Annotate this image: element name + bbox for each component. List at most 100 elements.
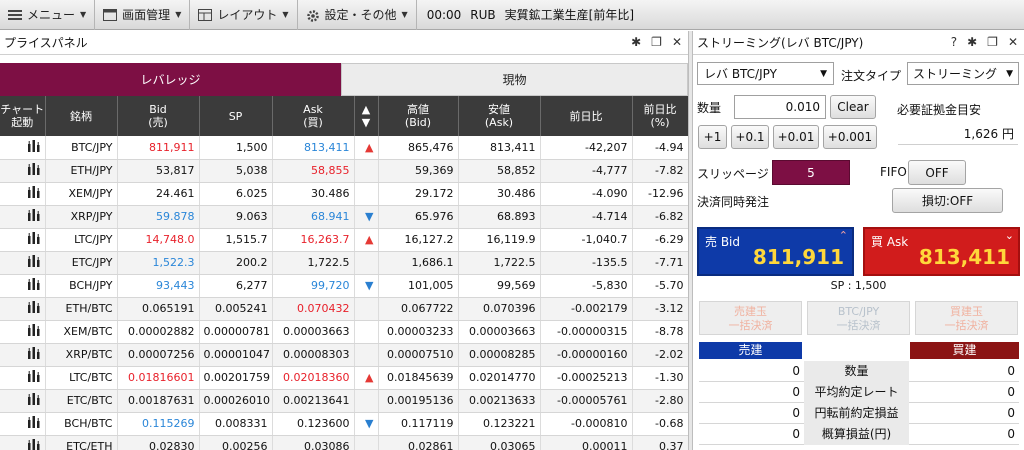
bid-cell: 59.878	[117, 205, 200, 229]
ask-cell: 0.03086	[272, 435, 355, 450]
order-type-select[interactable]: ストリーミング ▼	[907, 62, 1019, 85]
order-type-label: 注文タイプ	[841, 69, 902, 83]
chart-launch-button[interactable]	[0, 435, 46, 450]
chart-launch-button[interactable]	[0, 274, 46, 298]
chart-launch-button[interactable]	[0, 366, 46, 390]
slippage-input[interactable]: 5	[772, 160, 850, 185]
buy-ask-button[interactable]: 買 Ask ⌄ 813,411	[863, 227, 1020, 276]
ticker-text: 実質鉱工業生産[前年比]	[504, 8, 635, 22]
chart-launch-button[interactable]	[0, 412, 46, 436]
col-sp[interactable]: SP	[199, 96, 273, 136]
col-bid[interactable]: Bid (売)	[117, 96, 200, 136]
menu-main[interactable]: メニュー ▼	[0, 0, 96, 30]
symbol-cell: XEM/JPY	[45, 182, 118, 206]
arrow-up-icon: ▲	[365, 140, 374, 154]
symbol-cell: XEM/BTC	[45, 320, 118, 344]
bid-cell: 93,443	[117, 274, 200, 298]
sp-cell: 0.00001047	[199, 343, 273, 367]
table-row[interactable]: LTC/JPY 14,748.0 1,515.7 16,263.7 ▲ 16,127.2 1…	[0, 228, 689, 252]
chart-launch-button[interactable]	[0, 389, 46, 413]
col-change-pct[interactable]: 前日比 (%)	[632, 96, 689, 136]
table-row[interactable]: BCH/BTC 0.115269 0.008331 0.123600 ▼ 0.117119…	[0, 412, 689, 436]
close-icon[interactable]: ✕	[1008, 35, 1018, 49]
high-cell: 1,686.1	[378, 251, 459, 275]
sell-bid-button[interactable]: 売 Bid ⌃ 811,911	[697, 227, 854, 276]
symbol-cell: XRP/BTC	[45, 343, 118, 367]
close-icon[interactable]: ✕	[672, 35, 682, 49]
chart-launch-button[interactable]	[0, 205, 46, 229]
table-row[interactable]: ETC/ETH 0.02830 0.00256 0.03086 0.02861 0.030…	[0, 435, 689, 450]
chart-icon	[27, 255, 39, 267]
menu-layout[interactable]: レイアウト ▼	[190, 0, 298, 30]
table-row[interactable]: BCH/JPY 93,443 6,277 99,720 ▼ 101,005 99,569 -5…	[0, 274, 689, 298]
stoploss-toggle[interactable]: 損切:OFF	[892, 188, 1003, 213]
col-symbol[interactable]: 銘柄	[45, 96, 118, 136]
clear-button[interactable]: Clear	[830, 95, 876, 119]
price-tabs: レバレッジ 現物	[0, 63, 688, 96]
col-chart: チャート 起動	[0, 96, 46, 136]
step-plus-0001-button[interactable]: +0.001	[823, 125, 877, 149]
bulk-sell-line2: 一括決済	[728, 319, 773, 332]
position-label: 円転前約定損益	[804, 402, 909, 424]
bulk-settle-pair-button[interactable]: BTC/JPY 一括決済	[807, 301, 910, 335]
table-row[interactable]: XEM/BTC 0.00002882 0.00000781 0.00003663 0.0…	[0, 320, 689, 344]
chart-launch-button[interactable]	[0, 320, 46, 344]
news-ticker[interactable]: 00:00 RUB 実質鉱工業生産[前年比]	[417, 6, 634, 23]
low-cell: 99,569	[458, 274, 541, 298]
menu-label: 設定・その他	[324, 8, 397, 22]
menu-window[interactable]: 画面管理 ▼	[95, 0, 191, 30]
table-row[interactable]: ETC/BTC 0.00187631 0.00026010 0.00213641 0.0…	[0, 389, 689, 413]
qty-input[interactable]: 0.010	[734, 95, 826, 119]
restore-icon[interactable]: ❐	[987, 35, 998, 49]
col-high[interactable]: 高値 (Bid)	[378, 96, 459, 136]
table-row[interactable]: BTC/JPY 811,911 1,500 813,411 ▲ 865,476 813,41…	[0, 136, 689, 160]
table-row[interactable]: ETH/BTC 0.065191 0.005241 0.070432 0.067722 0…	[0, 297, 689, 321]
step-plus-01-button[interactable]: +0.1	[731, 125, 769, 149]
chevron-up-icon: ⌃	[838, 229, 848, 242]
gear-icon[interactable]: ✱	[631, 35, 641, 49]
col-ask[interactable]: Ask (買)	[272, 96, 355, 136]
chart-launch-button[interactable]	[0, 251, 46, 275]
bulk-mid-line1: BTC/JPY	[837, 305, 880, 318]
chart-launch-button[interactable]	[0, 343, 46, 367]
qty-label: 数量	[697, 101, 722, 115]
menubar: メニュー ▼ 画面管理 ▼ レイアウト ▼ 設定・その他 ▼ 00:00 RUB…	[0, 0, 1024, 30]
help-icon[interactable]: ?	[951, 35, 957, 49]
sell-label: 売 Bid	[705, 235, 740, 249]
ask-cell: 99,720	[272, 274, 355, 298]
restore-icon[interactable]: ❐	[651, 35, 662, 49]
chevron-down-icon: ▼	[820, 68, 827, 79]
low-cell: 30.486	[458, 182, 541, 206]
position-row: 0 円転前約定損益 0	[699, 402, 1019, 424]
gear-icon[interactable]: ✱	[967, 35, 977, 49]
step-plus-001-button[interactable]: +0.01	[773, 125, 819, 149]
fifo-toggle[interactable]: OFF	[908, 160, 966, 185]
col-low[interactable]: 安値 (Ask)	[458, 96, 541, 136]
table-row[interactable]: XEM/JPY 24.461 6.025 30.486 29.172 30.486 -4.0…	[0, 182, 689, 206]
step-plus-1-button[interactable]: +1	[698, 125, 727, 149]
chart-launch-button[interactable]	[0, 228, 46, 252]
pair-select[interactable]: レバ BTC/JPY ▼	[697, 62, 834, 85]
trend-cell	[354, 251, 379, 275]
table-row[interactable]: XRP/BTC 0.00007256 0.00001047 0.00008303 0.0…	[0, 343, 689, 367]
chart-launch-button[interactable]	[0, 136, 46, 160]
symbol-cell: ETH/BTC	[45, 297, 118, 321]
table-row[interactable]: XRP/JPY 59.878 9.063 68.941 ▼ 65.976 68.893 -4.…	[0, 205, 689, 229]
tab-leverage[interactable]: レバレッジ	[0, 63, 341, 96]
change-pct-cell: -12.96	[632, 182, 689, 206]
margin-value: 1,626 円	[898, 123, 1018, 145]
col-change[interactable]: 前日比	[540, 96, 633, 136]
table-row[interactable]: ETC/JPY 1,522.3 200.2 1,722.5 1,686.1 1,722.5…	[0, 251, 689, 275]
chart-launch-button[interactable]	[0, 182, 46, 206]
arrow-down-icon: ▼	[354, 274, 379, 298]
menu-settings[interactable]: 設定・その他 ▼	[298, 0, 417, 30]
table-row[interactable]: ETH/JPY 53,817 5,038 58,855 59,369 58,852 -4,7…	[0, 159, 689, 183]
table-row[interactable]: LTC/BTC 0.01816601 0.00201759 0.02018360 ▲ 0.…	[0, 366, 689, 390]
chevron-down-icon: ▼	[401, 10, 408, 19]
chart-launch-button[interactable]	[0, 297, 46, 321]
sell-value: 0	[792, 385, 800, 399]
bulk-settle-sell-button[interactable]: 売建玉 一括決済	[699, 301, 802, 335]
chart-launch-button[interactable]	[0, 159, 46, 183]
tab-spot[interactable]: 現物	[341, 63, 688, 96]
bulk-settle-buy-button[interactable]: 買建玉 一括決済	[915, 301, 1018, 335]
